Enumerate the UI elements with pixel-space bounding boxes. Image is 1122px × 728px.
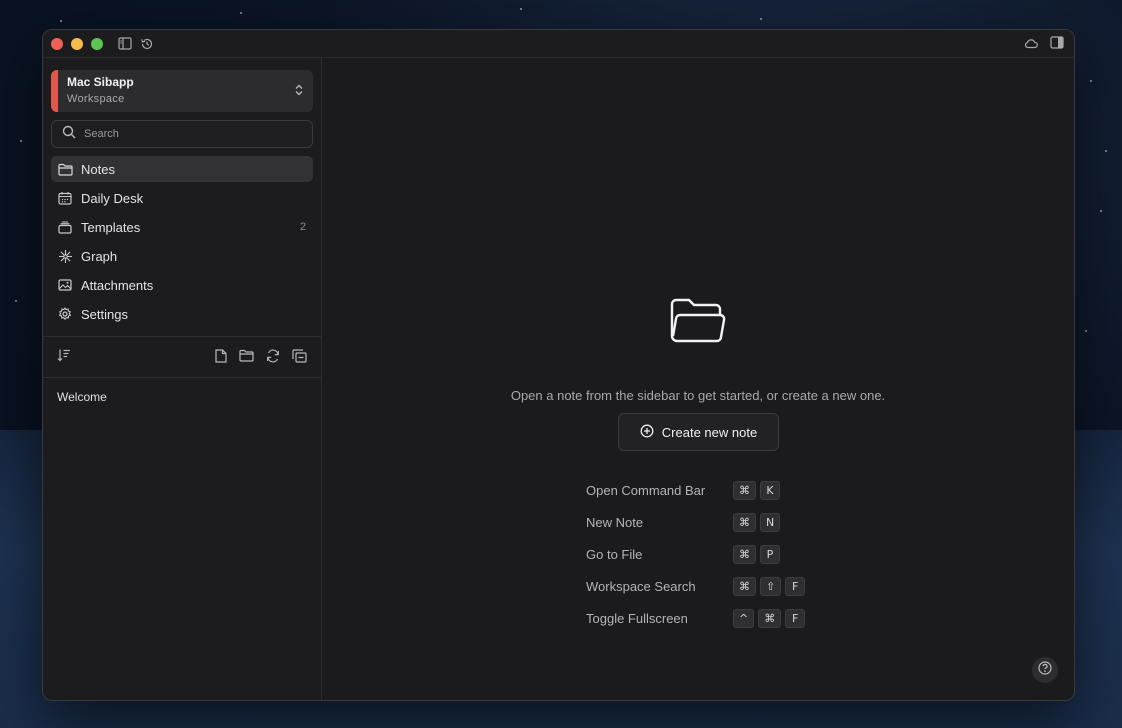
graph-icon [57, 248, 73, 264]
workspace-switcher[interactable]: Mac Sibapp Workspace [51, 70, 313, 112]
shortcut-key: P [760, 544, 780, 564]
sidebar-item-notes[interactable]: Notes [51, 156, 313, 182]
file-item-welcome[interactable]: Welcome [43, 378, 321, 416]
shortcut-key: ⌘ [733, 480, 756, 500]
sidebar-nav: Notes Daily Desk Templates 2 Graph Attac… [43, 156, 321, 327]
sidebar-item-settings[interactable]: Settings [51, 301, 313, 327]
minimize-window-button[interactable] [71, 37, 83, 50]
file-list: Welcome [43, 378, 321, 416]
sidebar-item-label: Notes [81, 161, 115, 177]
shortcut-label: Open Command Bar [586, 482, 706, 498]
new-folder-icon[interactable] [239, 349, 254, 368]
plus-circle-icon [640, 424, 654, 441]
search-icon [62, 125, 76, 144]
gear-icon [57, 306, 73, 322]
shortcut-key: ⌘ [733, 544, 756, 564]
templates-count-badge: 2 [299, 221, 306, 233]
search-box[interactable] [51, 120, 313, 148]
shortcut-key: ⌘ [733, 512, 756, 532]
open-folder-icon [668, 296, 728, 351]
refresh-icon[interactable] [266, 349, 280, 368]
shortcut-label: New Note [586, 514, 644, 530]
shortcut-row: Open Command Bar ⌘ K [586, 474, 809, 506]
shortcut-list: Open Command Bar ⌘ K New Note ⌘ N Go to … [586, 474, 809, 634]
shortcut-row: Go to File ⌘ P [586, 538, 809, 570]
sidebar-item-label: Attachments [81, 277, 154, 293]
collapse-all-icon[interactable] [292, 349, 307, 368]
sidebar: Mac Sibapp Workspace Notes [43, 58, 322, 700]
sidebar-item-graph[interactable]: Graph [51, 243, 313, 269]
template-icon [57, 219, 73, 235]
right-panel-toggle-icon[interactable] [1050, 36, 1064, 54]
zoom-window-button[interactable] [91, 37, 103, 50]
image-icon [57, 277, 73, 293]
sidebar-item-label: Daily Desk [81, 190, 144, 206]
create-new-note-label: Create new note [661, 424, 758, 440]
close-window-button[interactable] [51, 37, 63, 50]
create-new-note-button[interactable]: Create new note [618, 413, 779, 451]
shortcut-label: Workspace Search [586, 578, 696, 594]
main-pane: Open a note from the sidebar to get star… [322, 58, 1074, 700]
help-button[interactable] [1032, 657, 1058, 683]
shortcut-key: ⌘ [733, 576, 756, 596]
title-bar [43, 30, 1074, 58]
shortcut-row: Toggle Fullscreen ^ ⌘ F [586, 602, 809, 634]
search-input[interactable] [84, 128, 284, 140]
app-window: Mac Sibapp Workspace Notes [42, 29, 1075, 701]
shortcut-key: F [785, 608, 806, 628]
sidebar-item-attachments[interactable]: Attachments [51, 272, 313, 298]
shortcut-key: F [785, 576, 806, 596]
sidebar-item-label: Graph [81, 248, 118, 264]
sidebar-item-daily-desk[interactable]: Daily Desk [51, 185, 313, 211]
folder-icon [57, 161, 73, 177]
shortcut-label: Go to File [586, 546, 643, 562]
shortcut-row: New Note ⌘ N [586, 506, 809, 538]
calendar-icon [57, 190, 73, 206]
empty-state-message: Open a note from the sidebar to get star… [510, 388, 886, 403]
sidebar-item-templates[interactable]: Templates 2 [51, 214, 313, 240]
workspace-name: Mac Sibapp [67, 75, 134, 89]
shortcut-key: ⌘ [758, 608, 782, 628]
cloud-sync-icon[interactable] [1024, 36, 1038, 54]
chevron-up-down-icon [295, 83, 303, 101]
sidebar-item-label: Templates [81, 219, 141, 235]
shortcut-key: N [760, 512, 781, 532]
workspace-subtitle: Workspace [67, 93, 125, 105]
shortcut-key: ⇧ [760, 576, 782, 596]
workspace-color-bar [51, 70, 58, 112]
file-toolbar [43, 337, 321, 377]
sidebar-toggle-icon[interactable] [117, 36, 133, 52]
empty-state: Open a note from the sidebar to get star… [322, 58, 1074, 700]
shortcut-row: Workspace Search ⌘ ⇧ F [586, 570, 809, 602]
history-icon[interactable] [139, 36, 155, 52]
shortcut-key: ^ [733, 608, 755, 628]
sidebar-item-label: Settings [81, 306, 128, 322]
question-mark-icon [1038, 660, 1052, 680]
sort-icon[interactable] [57, 348, 71, 367]
new-file-icon[interactable] [215, 349, 227, 368]
shortcut-label: Toggle Fullscreen [586, 610, 688, 626]
shortcut-key: K [760, 480, 780, 500]
